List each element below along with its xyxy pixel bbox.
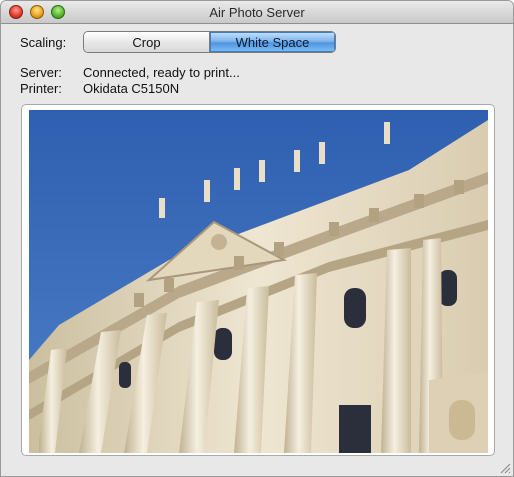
resize-grip-icon[interactable] [499, 462, 511, 474]
title-bar[interactable]: Air Photo Server [1, 1, 513, 24]
window-title: Air Photo Server [209, 5, 305, 20]
photo-preview [29, 110, 488, 453]
scaling-segmented-control: Crop White Space [83, 31, 336, 53]
printer-name-value: Okidata C5150N [83, 81, 180, 96]
printer-label: Printer: [20, 81, 62, 96]
white-space-segment-button[interactable]: White Space [210, 32, 335, 52]
scaling-label: Scaling: [20, 35, 67, 50]
app-window: Air Photo Server Scaling: Crop White Spa… [0, 0, 514, 477]
server-status-value: Connected, ready to print... [83, 65, 240, 80]
building-facade-image [29, 110, 488, 453]
crop-segment-button[interactable]: Crop [84, 32, 210, 52]
server-label: Server: [20, 65, 62, 80]
